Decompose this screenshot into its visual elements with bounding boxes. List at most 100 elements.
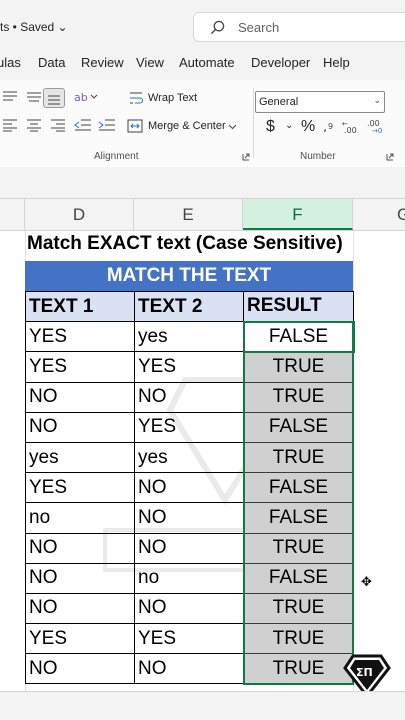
cell-result[interactable]: FALSE <box>243 472 354 504</box>
svg-text:→0: →0 <box>372 127 382 134</box>
alignment-group-label: Alignment <box>94 151 139 162</box>
decrease-decimal-icon[interactable]: .00 →0 <box>366 118 384 134</box>
wrap-text-button[interactable]: Wrap Text <box>148 92 197 104</box>
table-row: NO no FALSE <box>25 562 354 594</box>
search-icon <box>210 20 225 35</box>
tab-view[interactable]: View <box>136 55 164 70</box>
cell-text-2[interactable]: NO <box>134 592 244 625</box>
column-header-e[interactable]: E <box>134 199 243 230</box>
table-row: NO YES FALSE <box>25 411 354 443</box>
wrap-text-icon[interactable] <box>129 91 143 105</box>
cell-text-2[interactable]: NO <box>134 472 244 504</box>
search-box[interactable]: Search <box>193 12 405 42</box>
header-result[interactable]: RESULT <box>243 290 354 323</box>
header-text-1[interactable]: TEXT 1 <box>25 290 135 323</box>
cell-text-2[interactable]: yes <box>134 321 244 353</box>
workbook-title[interactable]: rts • Saved ⌄ <box>0 20 68 34</box>
cell-text-1[interactable]: no <box>25 502 135 534</box>
number-group-label: Number <box>300 151 336 162</box>
align-left-icon[interactable] <box>2 118 18 132</box>
cell-text-2[interactable]: YES <box>134 623 244 655</box>
tab-automate[interactable]: Automate <box>179 55 235 70</box>
cell-result[interactable]: TRUE <box>243 441 354 474</box>
align-bottom-icon[interactable] <box>43 88 65 108</box>
svg-text:.00: .00 <box>344 126 357 134</box>
cell-text-2[interactable]: NO <box>134 532 244 564</box>
comma-style-icon[interactable]: ,9 <box>322 120 336 132</box>
cell-text-2[interactable]: YES <box>134 351 244 383</box>
increase-decimal-icon[interactable]: ← .00 <box>342 118 360 134</box>
column-headers: D E F G <box>0 198 405 231</box>
cell-result[interactable]: TRUE <box>243 653 354 685</box>
cell-text-2[interactable]: yes <box>134 441 244 474</box>
cell-result[interactable]: FALSE <box>243 502 354 534</box>
table-row: YES YES TRUE <box>25 623 354 655</box>
number-format-dropdown[interactable]: General ⌄ <box>255 91 385 113</box>
dialog-launcher-icon[interactable] <box>242 153 250 161</box>
tab-formulas[interactable]: ulas <box>0 55 21 70</box>
align-center-icon[interactable] <box>26 118 42 132</box>
currency-button[interactable]: $ <box>266 118 275 136</box>
header-text-2[interactable]: TEXT 2 <box>134 290 244 323</box>
table-row: NO NO TRUE <box>25 592 354 625</box>
table-row: NO NO TRUE <box>25 653 354 685</box>
cell-text-1[interactable]: NO <box>25 532 135 564</box>
currency-dropdown[interactable]: ⌄ <box>285 120 293 131</box>
increase-indent-icon[interactable] <box>98 118 116 132</box>
column-header-d[interactable]: D <box>25 199 134 230</box>
tab-help[interactable]: Help <box>323 55 350 70</box>
cell-result[interactable]: TRUE <box>243 532 354 564</box>
number-format-value: General <box>259 96 299 108</box>
cell-text-2[interactable]: NO <box>134 381 244 413</box>
cell-text-1[interactable]: NO <box>25 381 135 413</box>
orientation-icon[interactable]: ab <box>74 89 98 105</box>
cell-text-1[interactable]: NO <box>25 653 135 685</box>
cell-text-1[interactable]: NO <box>25 592 135 625</box>
cell-text-1[interactable]: YES <box>25 623 135 655</box>
cell-text-2[interactable]: NO <box>134 653 244 685</box>
cell-text-2[interactable]: NO <box>134 502 244 534</box>
cell-result[interactable]: FALSE <box>242 320 355 353</box>
title-bar: rts • Saved ⌄ Search <box>0 0 405 52</box>
align-middle-icon[interactable] <box>26 90 42 104</box>
tab-data[interactable]: Data <box>38 55 65 70</box>
chevron-down-icon: ⌄ <box>373 95 381 105</box>
align-top-icon[interactable] <box>2 90 18 104</box>
table-row: YES YES TRUE <box>25 351 354 383</box>
cell-result[interactable]: FALSE <box>243 562 354 594</box>
cell-text-1[interactable]: NO <box>25 562 135 594</box>
percent-button[interactable]: % <box>301 118 315 136</box>
cell-result[interactable]: FALSE <box>243 411 354 443</box>
svg-text:,: , <box>323 120 327 132</box>
tab-review[interactable]: Review <box>81 55 124 70</box>
tab-developer[interactable]: Developer <box>251 55 310 70</box>
ribbon-tabs: ulas Data Review View Automate Developer… <box>0 52 405 76</box>
svg-text:ΣΠ: ΣΠ <box>356 666 373 679</box>
column-header-g[interactable]: G <box>353 199 405 230</box>
cell-text-1[interactable]: YES <box>25 472 135 504</box>
cell-text-1[interactable]: yes <box>25 441 135 474</box>
dialog-launcher-icon[interactable] <box>386 153 394 161</box>
cell-text-1[interactable]: YES <box>25 351 135 383</box>
merge-center-button[interactable]: Merge & Center <box>148 120 226 132</box>
chevron-down-icon[interactable] <box>228 124 237 130</box>
cell-text-2[interactable]: no <box>134 562 244 594</box>
cell-result[interactable]: TRUE <box>243 381 354 413</box>
cell-text-2[interactable]: YES <box>134 411 244 443</box>
ribbon: ab Wrap Text Merge & Center Alignment Ge… <box>0 76 405 166</box>
cell-result[interactable]: TRUE <box>243 351 354 383</box>
svg-text:ab: ab <box>74 91 88 104</box>
merge-center-icon[interactable] <box>127 119 143 133</box>
column-header-f[interactable]: F <box>243 199 353 230</box>
cell-cursor-icon: ✥ <box>361 574 372 589</box>
cell-text-1[interactable]: NO <box>25 411 135 443</box>
table-row: NO NO TRUE <box>25 381 354 413</box>
align-right-icon[interactable] <box>50 118 66 132</box>
table-banner[interactable]: MATCH THE TEXT <box>25 261 353 291</box>
cell-result[interactable]: TRUE <box>243 592 354 625</box>
decrease-indent-icon[interactable] <box>74 118 92 132</box>
sheet-heading[interactable]: Match EXACT text (Case Sensitive) <box>27 233 343 255</box>
cell-text-1[interactable]: YES <box>25 321 135 353</box>
cell-result[interactable]: TRUE <box>243 623 354 655</box>
column-header-c[interactable] <box>0 199 25 230</box>
